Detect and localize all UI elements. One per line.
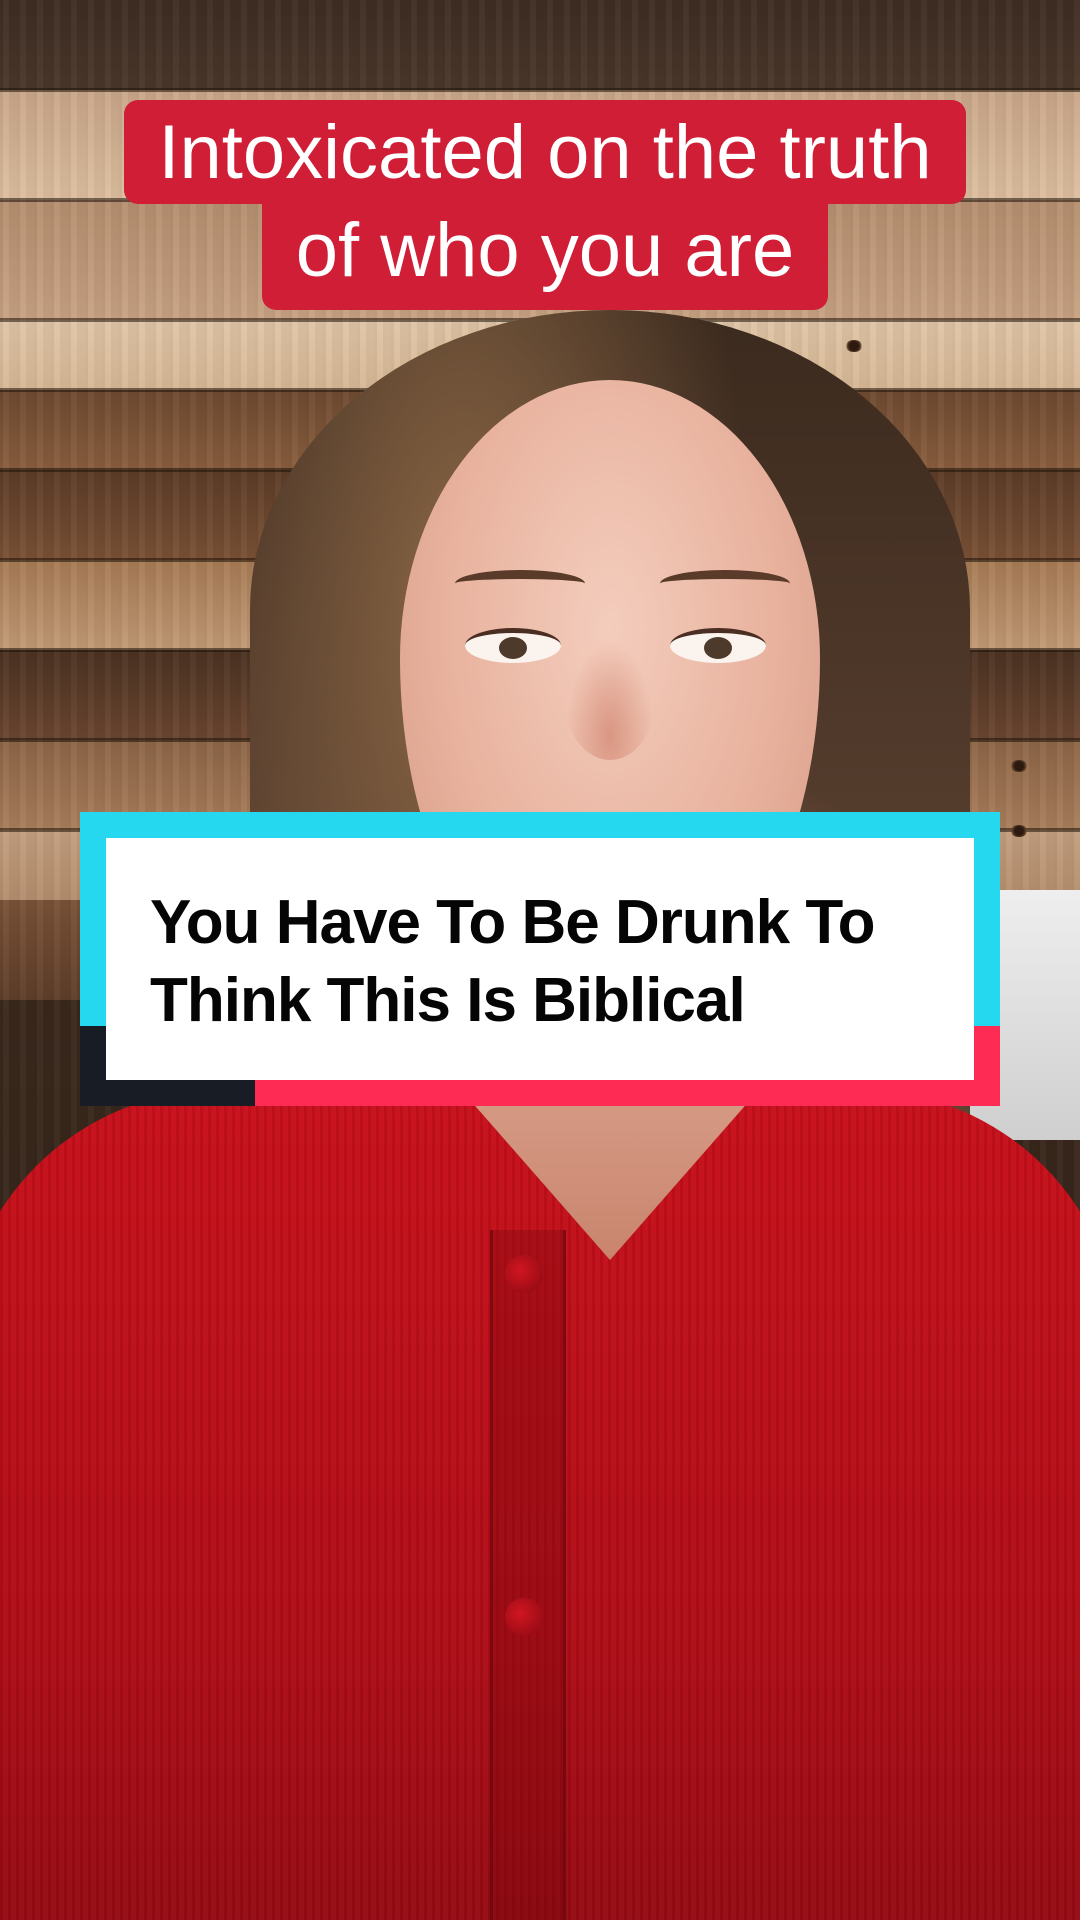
wood-knot <box>1010 760 1028 772</box>
person-nose <box>565 640 655 760</box>
title-card-line-1: You Have To Be Drunk To <box>150 888 876 957</box>
plank-seam <box>0 88 1080 92</box>
wood-knot <box>845 340 863 352</box>
right-eye <box>670 628 766 663</box>
left-eyebrow <box>455 570 585 597</box>
left-eye <box>465 628 561 663</box>
top-caption-line-1: Intoxicated on the truth <box>124 100 966 204</box>
top-caption-line-2: of who you are <box>261 204 829 310</box>
title-card-line-2: Think This Is Biblical <box>150 966 746 1035</box>
sweater-placket <box>490 1230 566 1920</box>
video-frame[interactable]: Intoxicated on the truth of who you are … <box>0 0 1080 1920</box>
sweater-button <box>505 1598 543 1636</box>
right-eyebrow <box>660 570 790 597</box>
top-caption: Intoxicated on the truth of who you are <box>85 100 1005 310</box>
title-card: You Have To Be Drunk To Think This Is Bi… <box>106 838 974 1080</box>
wood-knot <box>1010 825 1028 837</box>
sweater-button <box>505 1255 543 1293</box>
